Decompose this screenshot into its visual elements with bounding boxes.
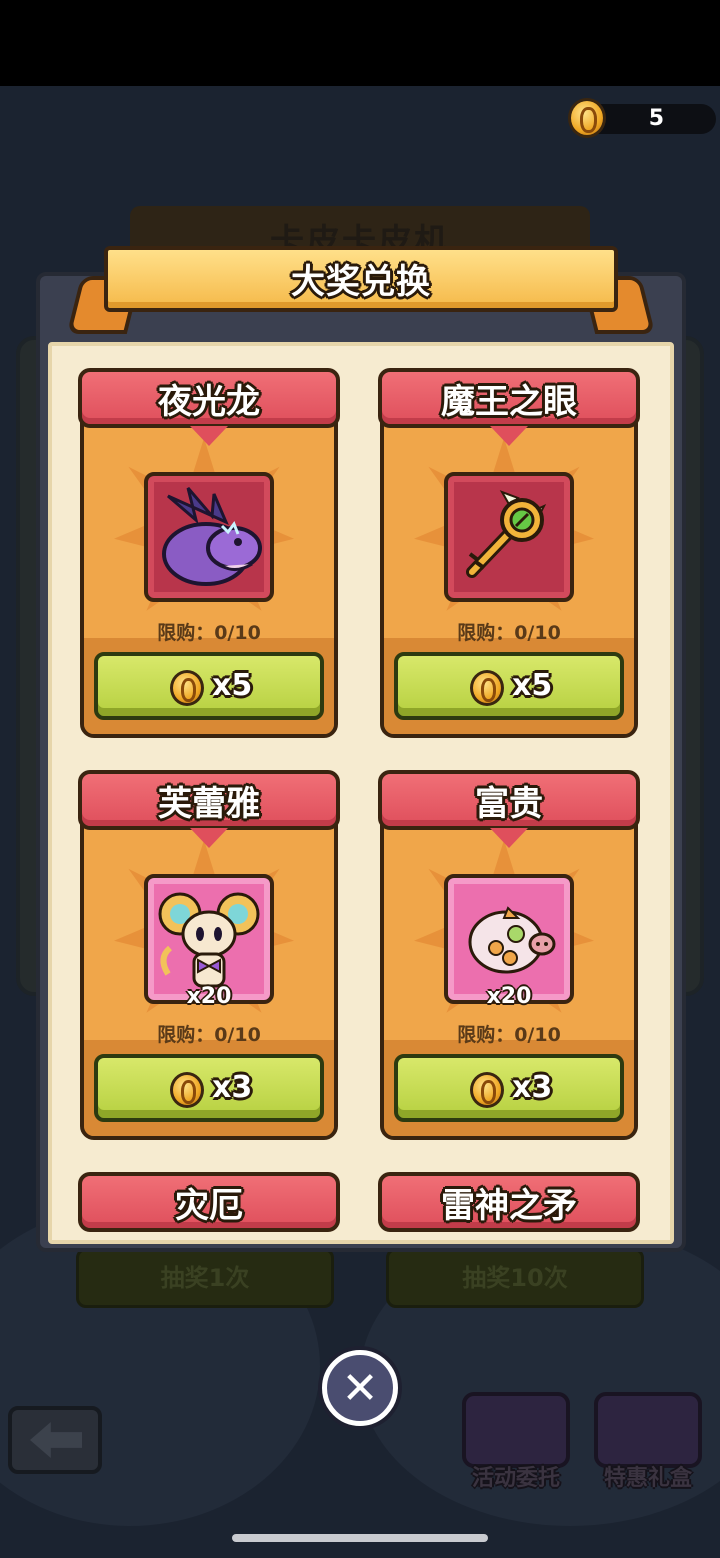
price-label: x3 xyxy=(212,1070,253,1105)
gold-coin-icon xyxy=(170,670,204,706)
prize-name: 富贵 xyxy=(475,784,543,824)
piggy-icon xyxy=(468,906,556,974)
prize-item-frame[interactable] xyxy=(144,472,274,602)
gold-coin-icon xyxy=(568,98,606,138)
eye-key-icon xyxy=(466,490,547,578)
dragon-icon xyxy=(162,487,262,586)
gift-icon xyxy=(594,1392,702,1468)
prize-item-frame[interactable] xyxy=(444,472,574,602)
price-label: x5 xyxy=(512,668,553,703)
gift-box-button[interactable]: 特惠礼盒 xyxy=(586,1386,710,1492)
item-quantity: x20 xyxy=(186,984,232,1009)
close-button[interactable]: ✕ xyxy=(322,1350,398,1426)
price-label: x5 xyxy=(212,668,253,703)
mouse-pet-icon xyxy=(158,892,260,988)
gold-coin-icon xyxy=(470,670,504,706)
prize-name: 夜光龙 xyxy=(158,382,260,422)
back-button[interactable] xyxy=(8,1406,102,1474)
prize-card: 芙蕾雅 x20 限购：0/10 x3 xyxy=(78,770,340,1142)
purchase-limit: 限购：0/10 xyxy=(457,622,561,644)
gold-coin-icon xyxy=(470,1072,504,1108)
draw-once-button[interactable]: 抽奖1次 xyxy=(76,1248,334,1308)
prize-name: 魔王之眼 xyxy=(441,382,577,422)
prize-card: 富贵 x20 限购：0/10 x3 xyxy=(378,770,640,1142)
purchase-limit: 限购：0/10 xyxy=(157,622,261,644)
coin-count: 5 xyxy=(648,106,664,131)
purchase-limit: 限购：0/10 xyxy=(157,1024,261,1046)
prize-card: 灾厄 xyxy=(78,1172,340,1234)
prize-name: 芙蕾雅 xyxy=(158,784,260,824)
draw-ten-button[interactable]: 抽奖10次 xyxy=(386,1248,644,1308)
gift-box-label: 特惠礼盒 xyxy=(603,1466,692,1491)
buy-button[interactable]: x3 xyxy=(94,1054,324,1122)
prize-name: 灾厄 xyxy=(175,1186,243,1226)
item-quantity: x20 xyxy=(486,984,532,1009)
prize-card: 雷神之矛 xyxy=(378,1172,640,1234)
buy-button[interactable]: x3 xyxy=(394,1054,624,1122)
close-icon: ✕ xyxy=(341,1363,379,1414)
coin-counter: 5 xyxy=(568,98,716,138)
buy-button[interactable]: x5 xyxy=(94,652,324,720)
prize-card: 夜光龙 限购：0/10 x5 xyxy=(78,368,340,740)
price-label: x3 xyxy=(512,1070,553,1105)
status-bar xyxy=(0,0,720,86)
clipboard-icon xyxy=(462,1392,570,1468)
buy-button[interactable]: x5 xyxy=(394,652,624,720)
gold-coin-icon xyxy=(170,1072,204,1108)
purchase-limit: 限购：0/10 xyxy=(457,1024,561,1046)
home-indicator[interactable] xyxy=(232,1534,488,1542)
back-arrow-icon xyxy=(30,1422,82,1458)
modal-title: 大奖兑换 xyxy=(291,262,431,302)
event-task-button[interactable]: 活动委托 xyxy=(454,1386,578,1492)
partial-row: 灾厄 雷神之矛 xyxy=(48,1172,674,1234)
event-task-label: 活动委托 xyxy=(471,1466,560,1491)
prize-name: 雷神之矛 xyxy=(441,1186,577,1226)
prize-card: 魔王之眼 限购：0/10 x5 xyxy=(378,368,640,740)
